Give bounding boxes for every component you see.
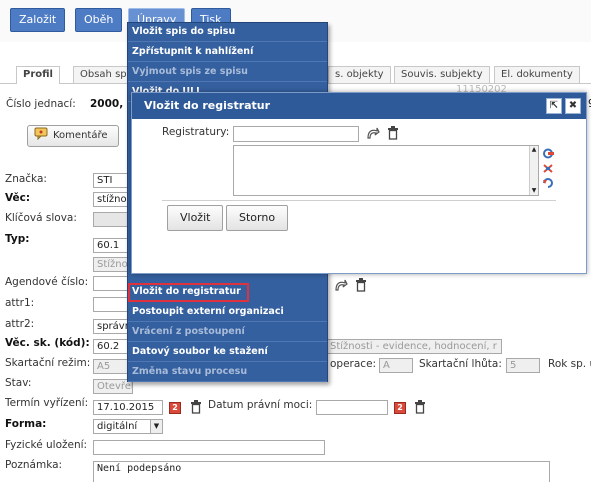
calendar-icon[interactable]: 2: [394, 402, 406, 414]
tab-el-dokumenty[interactable]: El. dokumenty: [494, 66, 580, 83]
menu-item-vlozit-spis[interactable]: Vložit spis do spisu: [128, 23, 327, 42]
vec-sk-desc: Stížnosti - evidence, hodnocení, r: [326, 339, 502, 354]
poznamka-textarea[interactable]: Není podepsáno: [93, 461, 550, 482]
skartacni-lhuta-input: 5: [506, 358, 540, 373]
termin-input[interactable]: 17.10.2015: [93, 400, 163, 415]
forma-label: Forma:: [5, 418, 47, 430]
menu-item-vyjmout[interactable]: Vyjmout spis ze spisu: [128, 63, 327, 82]
agendove-label: Agendové číslo:: [5, 276, 89, 288]
menu-item-zmena-stavu[interactable]: Změna stavu procesu: [128, 363, 327, 382]
storno-button[interactable]: Storno: [226, 205, 289, 231]
skartacni-rezim-label: Skartační režim:: [5, 357, 91, 369]
chevron-down-icon: ▼: [150, 420, 162, 433]
pravni-moc-label: Datum právní moci:: [208, 399, 313, 411]
komentare-label: Komentáře: [53, 130, 108, 141]
registratury-input[interactable]: [233, 126, 359, 142]
attr2-label: attr2:: [5, 318, 35, 330]
tab-souvis-subjekty[interactable]: Souvis. subjekty: [394, 66, 490, 83]
chevron-down-icon[interactable]: ▼: [530, 187, 538, 195]
znacka-label: Značka:: [5, 173, 47, 185]
trash-icon[interactable]: [355, 278, 367, 292]
forma-value: digitální: [97, 421, 138, 432]
lookup-arrow-icon[interactable]: [366, 127, 380, 140]
trash-icon[interactable]: [414, 400, 426, 414]
add-icon[interactable]: [542, 148, 554, 159]
klicova-slova-label: Klíčová slova:: [5, 212, 77, 224]
remove-icon[interactable]: [542, 163, 554, 174]
typ-label: Typ:: [5, 233, 30, 245]
pravni-moc-input[interactable]: [316, 400, 388, 415]
operace-label: operace:: [330, 358, 377, 370]
rok-label: Rok sp. u: [548, 358, 591, 370]
menu-item-vraceni[interactable]: Vrácení z postoupení: [128, 323, 327, 342]
chevron-up-icon[interactable]: ▲: [530, 146, 538, 154]
stav-label: Stav:: [5, 377, 32, 389]
menu-item-zpristupnit[interactable]: Zpřístupnit k nahlížení: [128, 43, 327, 62]
comment-icon: [34, 127, 48, 141]
vec-sk-label: Věc. sk. (kód):: [5, 337, 90, 349]
operace-input: A: [379, 358, 413, 373]
vec-label: Věc:: [5, 192, 31, 204]
close-icon[interactable]: ✖: [565, 98, 581, 114]
maximize-icon[interactable]: ⇱: [546, 98, 562, 114]
forma-select[interactable]: digitální ▼: [93, 419, 163, 434]
dialog-divider: [162, 200, 556, 201]
zalozit-button[interactable]: Založit: [10, 8, 66, 32]
vlozit-button[interactable]: Vložit: [167, 205, 224, 231]
registratury-label: Registratury:: [162, 126, 230, 138]
cislo-value: 2000,: [90, 98, 124, 110]
fyzicke-label: Fyzické uložení:: [5, 439, 88, 451]
attr1-label: attr1:: [5, 297, 35, 309]
scrollbar[interactable]: ▲ ▼: [529, 146, 538, 195]
registratury-dialog: Vložit do registratur ⇱ ✖ Registratury: …: [131, 92, 587, 274]
obeh-button[interactable]: Oběh: [75, 8, 123, 32]
fyzicke-input[interactable]: [93, 440, 325, 455]
dialog-title: Vložit do registratur: [144, 99, 271, 112]
calendar-icon[interactable]: 2: [169, 402, 181, 414]
tab-souvis-objekty[interactable]: s. objekty: [328, 66, 391, 83]
menu-item-datovy-soubor[interactable]: Datový soubor ke stažení: [128, 343, 327, 362]
refresh-icon[interactable]: [542, 178, 554, 189]
dialog-header: Vložit do registratur ⇱ ✖: [132, 93, 586, 119]
cislo-label: Číslo jednací:: [6, 98, 76, 110]
skartacni-lhuta-label: Skartační lhůta:: [419, 358, 502, 370]
trash-icon[interactable]: [387, 126, 399, 140]
termin-label: Termín vyřízení:: [5, 397, 89, 409]
registratury-list[interactable]: ▲ ▼: [233, 145, 539, 196]
lookup-arrow-icon[interactable]: [334, 279, 348, 292]
trash-icon[interactable]: [190, 400, 202, 414]
poznamka-label: Poznámka:: [5, 459, 63, 471]
tab-profil[interactable]: Profil: [16, 66, 60, 84]
komentare-button[interactable]: Komentáře: [27, 125, 119, 147]
menu-item-postoupit[interactable]: Postoupit externí organizaci: [128, 303, 327, 322]
menu-item-vlozit-registratur[interactable]: Vložit do registratur: [128, 283, 249, 302]
